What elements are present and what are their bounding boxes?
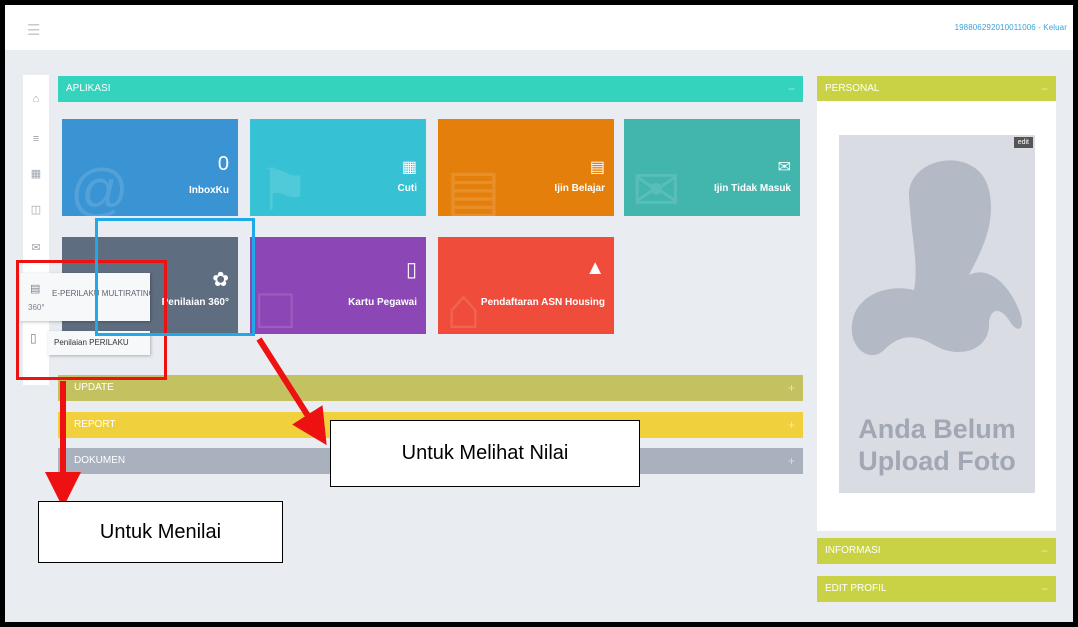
- no-photo-line2: Upload Foto: [858, 446, 1016, 476]
- edit-photo-button[interactable]: edit: [1013, 137, 1033, 148]
- collapse-icon[interactable]: −: [1041, 538, 1048, 564]
- collapse-icon[interactable]: −: [788, 76, 795, 102]
- collapse-icon[interactable]: −: [1041, 76, 1048, 102]
- expand-icon[interactable]: +: [788, 412, 795, 438]
- mail-watermark-icon: ✉: [632, 158, 681, 216]
- at-watermark-icon: @: [70, 158, 129, 216]
- layers-icon[interactable]: ≡: [23, 133, 49, 145]
- dokumen-title: DOKUMEN: [74, 455, 126, 466]
- book-watermark-icon: ▤: [446, 158, 501, 216]
- tile-inboxku[interactable]: @ 0 InboxKu: [62, 119, 238, 216]
- home-icon: ▲: [585, 257, 605, 279]
- edit-profil-title: EDIT PROFIL: [825, 583, 887, 594]
- tile-label: Ijin Belajar: [554, 183, 605, 194]
- informasi-header[interactable]: INFORMASI −: [817, 538, 1056, 564]
- mail-icon: ✉: [777, 159, 791, 176]
- top-bar: ☰ 198806292010011006 - Keluar: [5, 5, 1073, 50]
- hamburger-icon[interactable]: ☰: [27, 21, 40, 39]
- aplikasi-title: APLIKASI: [66, 83, 111, 94]
- callout-melihat-nilai: Untuk Melihat Nilai: [330, 420, 640, 487]
- calendar-icon[interactable]: ▦: [23, 167, 49, 180]
- aplikasi-header[interactable]: APLIKASI −: [58, 76, 803, 102]
- tile-ijin-tidak-masuk[interactable]: ✉ ✉ Ijin Tidak Masuk: [624, 119, 800, 216]
- report-title: REPORT: [74, 419, 116, 430]
- callout-menilai: Untuk Menilai: [38, 501, 283, 563]
- melihat-highlight-box: [95, 218, 255, 336]
- book-icon: ▤: [589, 159, 605, 176]
- expand-icon[interactable]: +: [788, 375, 795, 401]
- informasi-title: INFORMASI: [825, 545, 881, 556]
- tile-label: Ijin Tidak Masuk: [713, 183, 791, 194]
- app-window: ☰ 198806292010011006 - Keluar ⌂ ≡ ▦ ◫ ✉ …: [5, 5, 1073, 622]
- mail-icon[interactable]: ✉: [23, 241, 49, 254]
- tile-cuti[interactable]: ⚑ ▦ Cuti: [250, 119, 426, 216]
- document-icon[interactable]: ◫: [23, 203, 49, 216]
- edit-profil-header[interactable]: EDIT PROFIL −: [817, 576, 1056, 602]
- tile-label: Pendaftaran ASN Housing: [480, 297, 605, 308]
- ghost-silhouette-icon: [851, 160, 1022, 356]
- personal-card: edit Anda Belum Upload Foto: [817, 101, 1056, 531]
- tile-label: InboxKu: [189, 185, 229, 196]
- tile-label: Kartu Pegawai: [348, 297, 417, 308]
- user-logout-link[interactable]: 198806292010011006 - Keluar: [955, 23, 1067, 32]
- house-watermark-icon: ⌂: [446, 276, 482, 334]
- tile-kartu-pegawai[interactable]: □ ▯ Kartu Pegawai: [250, 237, 426, 334]
- flag-watermark-icon: ⚑: [258, 158, 310, 216]
- no-photo-line1: Anda Belum: [858, 414, 1016, 444]
- collapse-icon[interactable]: −: [1041, 576, 1048, 602]
- tile-label: Cuti: [397, 183, 417, 194]
- tile-ijin-belajar[interactable]: ▤ ▤ Ijin Belajar: [438, 119, 614, 216]
- update-title: UPDATE: [74, 382, 114, 393]
- profile-photo-placeholder: edit Anda Belum Upload Foto: [839, 135, 1035, 493]
- calendar-icon: ▦: [401, 159, 417, 176]
- home-icon[interactable]: ⌂: [23, 93, 49, 105]
- personal-header[interactable]: PERSONAL −: [817, 76, 1056, 102]
- notebook-watermark-icon: □: [258, 276, 294, 334]
- inbox-count: 0: [217, 153, 229, 175]
- expand-icon[interactable]: +: [788, 448, 795, 474]
- personal-title: PERSONAL: [825, 83, 880, 94]
- tile-asn-housing[interactable]: ⌂ ▲ Pendaftaran ASN Housing: [438, 237, 614, 334]
- notebook-icon: ▯: [405, 259, 417, 281]
- update-header[interactable]: UPDATE +: [58, 375, 803, 401]
